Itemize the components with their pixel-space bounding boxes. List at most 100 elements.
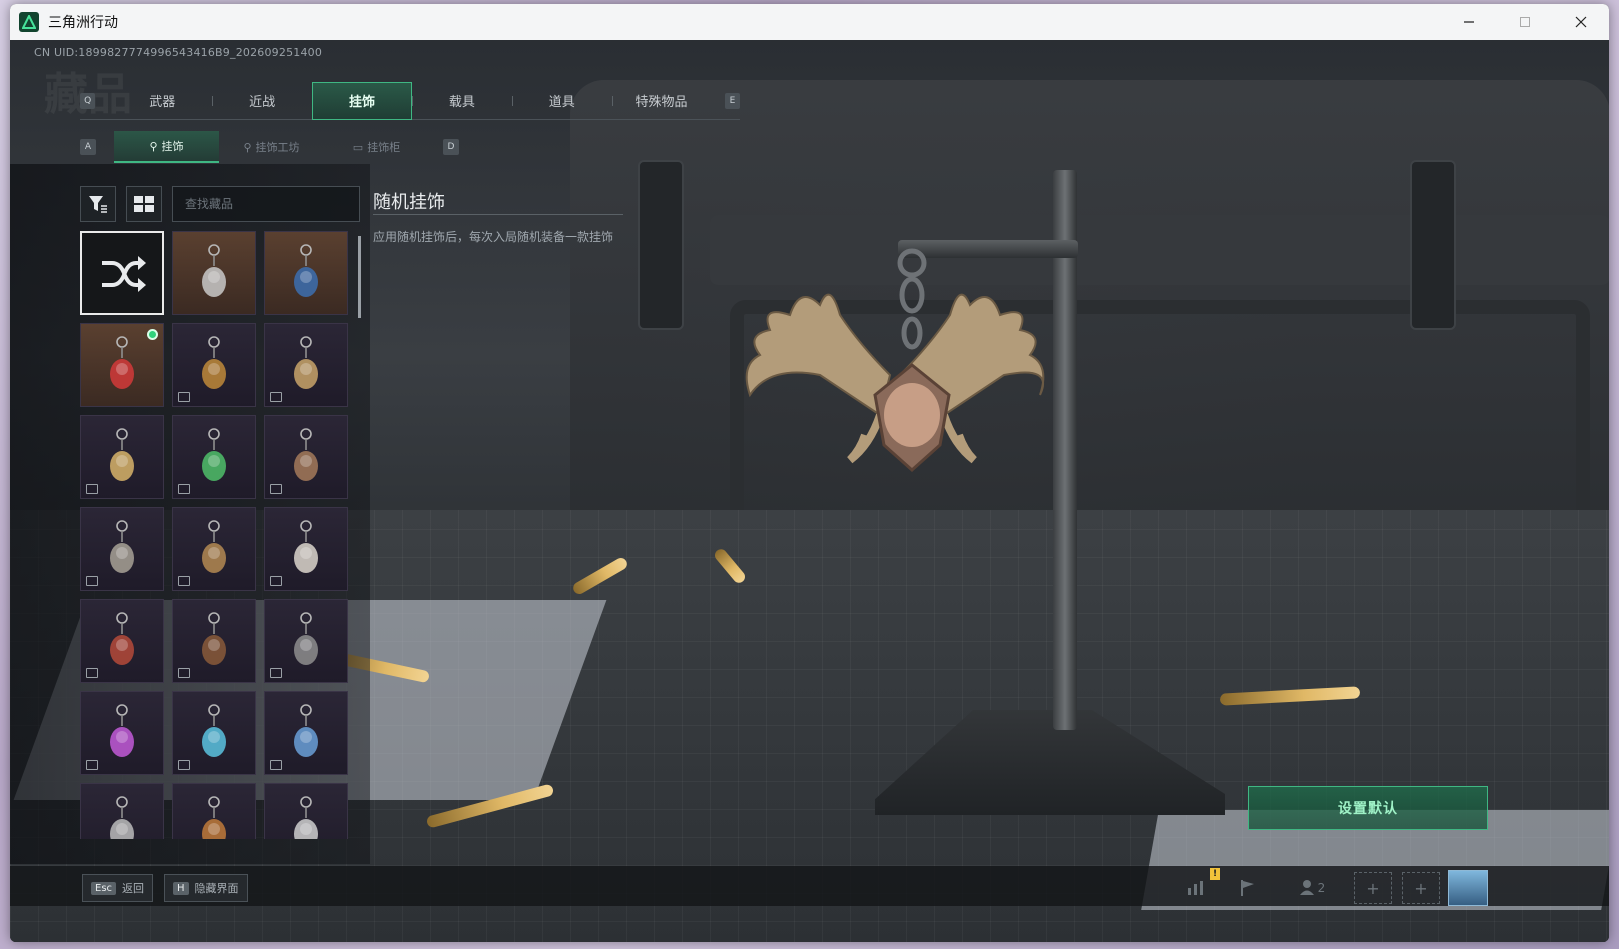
player-avatar[interactable] (1448, 870, 1488, 906)
app-logo-icon (19, 12, 39, 32)
subtab-label: 挂饰柜 (367, 141, 401, 154)
image-badge-icon (178, 392, 190, 402)
charm-grid-cell[interactable] (80, 415, 164, 499)
layout-toggle-button[interactable] (126, 186, 162, 222)
charm-grid (80, 231, 358, 839)
charm-grid-cell[interactable] (80, 783, 164, 839)
window-title: 三角洲行动 (48, 15, 118, 31)
close-button[interactable] (1553, 4, 1609, 40)
charm-grid-cell[interactable] (80, 231, 164, 315)
image-badge-icon (270, 576, 282, 586)
warning-icon: ! (1210, 868, 1220, 880)
game-window: 三角洲行动 CN UID:1899827774996543416B9_20260… (10, 4, 1609, 942)
charm-grid-cell[interactable] (80, 507, 164, 591)
charm-icon (202, 704, 226, 757)
search-input[interactable] (172, 186, 360, 222)
subtab-label: 挂饰工坊 (255, 141, 300, 154)
subtab-next-key-hint: D (443, 139, 459, 155)
charm-grid-cell[interactable] (264, 783, 348, 839)
equipped-indicator (147, 329, 158, 340)
tab-next-key-hint: E (724, 92, 741, 109)
charm-icon (110, 428, 134, 481)
subtab-charm-workshop[interactable]: ⚲ 挂饰工坊 (219, 131, 324, 163)
charm-grid-cell[interactable] (172, 415, 256, 499)
charm-icon (202, 612, 226, 665)
hide-ui-button[interactable]: H 隐藏界面 (164, 874, 248, 902)
charm-icon (202, 520, 226, 573)
subtab-charm-cabinet[interactable]: ▭ 挂饰柜 (324, 131, 429, 163)
charm-icon: ⚲ (243, 140, 252, 154)
charm-icon (294, 612, 318, 665)
cabinet-icon: ▭ (352, 140, 364, 154)
image-badge-icon (86, 484, 98, 494)
charm-icon (294, 244, 318, 297)
back-button[interactable]: Esc 返回 (82, 874, 154, 902)
charm-grid-cell[interactable] (264, 691, 348, 775)
detail-description: 应用随机挂饰后，每次入局随机装备一款挂饰 (373, 230, 614, 244)
image-badge-icon (86, 668, 98, 678)
squad-slot-2[interactable]: + (1402, 872, 1440, 904)
grid-scrollbar[interactable] (358, 236, 361, 318)
charm-grid-cell[interactable] (172, 507, 256, 591)
charm-grid-cell[interactable] (264, 599, 348, 683)
charm-grid-cell[interactable] (80, 691, 164, 775)
charm-icon: ⚲ (149, 139, 158, 153)
charm-grid-cell[interactable] (264, 507, 348, 591)
back-label: 返回 (122, 882, 145, 895)
charm-grid-cell[interactable] (172, 231, 256, 315)
squad-count: 2 (1317, 881, 1326, 895)
charm-icon (294, 428, 318, 481)
charm-icon (294, 336, 318, 389)
flag-icon[interactable] (1236, 876, 1260, 900)
charm-grid-cell[interactable] (80, 323, 164, 407)
window-controls (1441, 4, 1609, 40)
tab-prev-key-hint: Q (80, 92, 96, 109)
charm-icon (202, 428, 226, 481)
tab-props[interactable]: 道具 (511, 82, 612, 120)
title-bar: 三角洲行动 (10, 4, 1609, 40)
hide-label: 隐藏界面 (194, 882, 239, 895)
tab-weapons[interactable]: 武器 (112, 82, 212, 120)
image-badge-icon (270, 392, 282, 402)
maximize-button[interactable] (1497, 4, 1553, 40)
subtab-prev-key-hint: A (80, 139, 96, 155)
charm-icon (110, 520, 134, 573)
charm-icon (294, 704, 318, 757)
charm-grid-cell[interactable] (172, 691, 256, 775)
charm-icon (202, 336, 226, 389)
charm-icon (294, 520, 318, 573)
image-badge-icon (270, 484, 282, 494)
charm-grid-cell[interactable] (80, 599, 164, 683)
squad-indicator[interactable]: 2 (1292, 876, 1332, 900)
charm-icon (110, 612, 134, 665)
image-badge-icon (178, 668, 190, 678)
subtab-charms[interactable]: ⚲ 挂饰 (114, 131, 219, 163)
tab-special-items[interactable]: 特殊物品 (611, 82, 712, 120)
detail-title: 随机挂饰 (373, 192, 445, 213)
tab-charms[interactable]: 挂饰 (312, 81, 412, 120)
image-badge-icon (270, 668, 282, 678)
charm-icon (110, 336, 134, 389)
charm-grid-cell[interactable] (172, 599, 256, 683)
detail-divider (373, 214, 623, 215)
grid-layout-icon (134, 196, 154, 212)
filter-button[interactable] (80, 186, 116, 222)
image-badge-icon (178, 760, 190, 770)
tab-melee[interactable]: 近战 (212, 82, 312, 120)
squad-icon (1299, 879, 1315, 898)
charm-grid-cell[interactable] (264, 323, 348, 407)
charm-grid-cell[interactable] (172, 323, 256, 407)
minimize-button[interactable] (1441, 4, 1497, 40)
squad-slot-1[interactable]: + (1354, 872, 1392, 904)
shuffle-icon (102, 256, 146, 292)
stats-icon[interactable] (1184, 876, 1208, 900)
charm-grid-cell[interactable] (264, 415, 348, 499)
charm-grid-cell[interactable] (172, 783, 256, 839)
charm-subtabs: A ⚲ 挂饰 ⚲ 挂饰工坊 ▭ 挂饰柜 D (80, 130, 459, 164)
charm-grid-cell[interactable] (264, 231, 348, 315)
tab-vehicles[interactable]: 载具 (411, 82, 512, 120)
category-tabs: Q 武器 近战 挂饰 载具 道具 特殊物品 E (80, 81, 741, 120)
set-default-button[interactable]: 设置默认 (1248, 786, 1488, 830)
image-badge-icon (178, 484, 190, 494)
charm-icon (202, 796, 226, 839)
